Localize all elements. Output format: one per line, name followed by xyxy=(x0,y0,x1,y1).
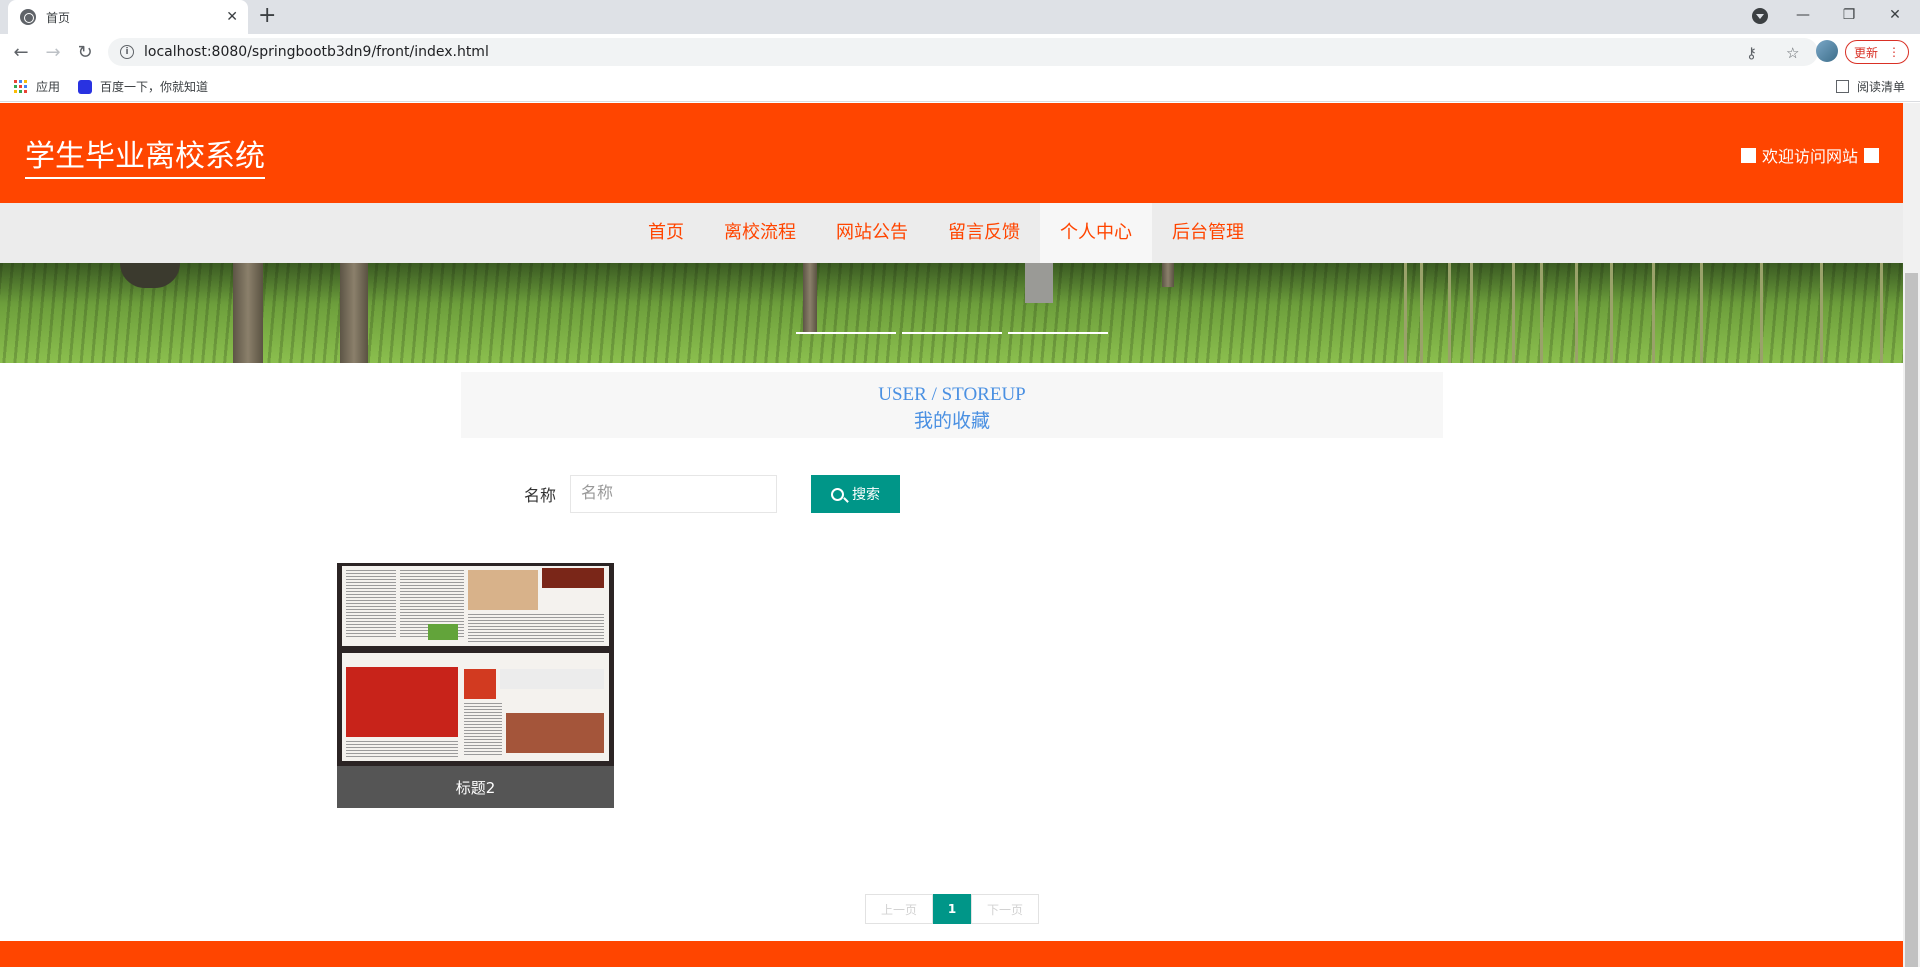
nav-item-admin[interactable]: 后台管理 xyxy=(1152,203,1264,263)
banner-carousel xyxy=(0,263,1903,363)
apps-grid-icon xyxy=(14,79,28,94)
more-menu-icon: ⋮ xyxy=(1888,45,1900,59)
search-button[interactable]: 搜索 xyxy=(811,475,901,513)
nav-item-personal-center[interactable]: 个人中心 xyxy=(1040,203,1152,263)
carousel-indicators xyxy=(796,332,1108,334)
bamboo-stalk xyxy=(1420,263,1423,363)
reading-list-label: 阅读清单 xyxy=(1857,80,1906,94)
search-icon xyxy=(831,487,845,501)
nav-item-leave-process[interactable]: 离校流程 xyxy=(704,203,816,263)
search-button-label: 搜索 xyxy=(852,486,881,502)
bamboo-stalk xyxy=(1880,263,1883,363)
reading-list-icon xyxy=(1836,80,1849,93)
section-title-en: USER / STOREUP xyxy=(878,384,1026,405)
tab-close-icon[interactable]: ✕ xyxy=(226,9,238,25)
carousel-indicator[interactable] xyxy=(1008,332,1108,334)
restore-icon[interactable]: ❐ xyxy=(1826,0,1872,30)
nav-item-feedback[interactable]: 留言反馈 xyxy=(928,203,1040,263)
nav-item-announcements[interactable]: 网站公告 xyxy=(816,203,928,263)
site-footer xyxy=(0,941,1903,967)
bookmark-apps[interactable]: 应用 xyxy=(14,78,60,95)
site-header: 学生毕业离校系统 欢迎访问网站 xyxy=(0,103,1903,203)
reading-list[interactable]: 阅读清单 xyxy=(1836,78,1905,95)
square-icon xyxy=(1740,147,1756,163)
minimize-icon[interactable]: — xyxy=(1780,0,1826,30)
page-viewport: 学生毕业离校系统 欢迎访问网站 首页 离校流程 网站公告 留言反馈 个人中心 后… xyxy=(0,103,1903,967)
site-title[interactable]: 学生毕业离校系统 xyxy=(25,131,265,179)
tree-trunk xyxy=(233,263,263,363)
bamboo-stalk xyxy=(1540,263,1543,363)
tab-search-icon[interactable] xyxy=(1752,8,1768,24)
address-bar[interactable]: i localhost:8080/springbootb3dn9/front/i… xyxy=(108,38,1818,66)
browser-tab[interactable]: 首页 ✕ xyxy=(8,0,248,34)
page-number-button[interactable]: 1 xyxy=(933,894,971,924)
bamboo-stalk xyxy=(1575,263,1578,363)
globe-icon xyxy=(20,9,36,25)
bamboo-stalk xyxy=(1404,263,1407,363)
bamboo-stalk xyxy=(1610,263,1613,363)
welcome-text: 欢迎访问网站 xyxy=(1761,147,1858,166)
bamboo-stalk xyxy=(1820,263,1823,363)
reload-icon[interactable]: ↻ xyxy=(74,41,96,63)
tree-shadow xyxy=(120,263,180,288)
bookmark-baidu-label: 百度一下，你就知道 xyxy=(100,80,209,94)
url-text: localhost:8080/springbootb3dn9/front/ind… xyxy=(144,44,489,60)
section-title: USER / STOREUP 我的收藏 xyxy=(461,372,1443,438)
bookmarks-bar: 应用 百度一下，你就知道 阅读清单 xyxy=(0,70,1920,102)
profile-avatar[interactable] xyxy=(1816,40,1838,62)
newspaper-page xyxy=(342,653,609,761)
back-icon[interactable]: ← xyxy=(10,41,32,63)
page-scrollbar[interactable] xyxy=(1903,103,1920,967)
bamboo-stalk xyxy=(1448,263,1451,363)
search-form: 名称 搜索 xyxy=(524,475,901,513)
tree-trunk xyxy=(1025,263,1053,303)
bamboo-stalk xyxy=(1470,263,1473,363)
update-button[interactable]: 更新 ⋮ xyxy=(1845,40,1909,64)
baidu-icon xyxy=(78,79,92,94)
key-icon[interactable]: ⚷ xyxy=(1746,44,1757,62)
tree-trunk xyxy=(340,263,368,363)
search-input[interactable] xyxy=(570,475,778,513)
browser-tabstrip: 首页 ✕ + — ❐ ✕ xyxy=(0,0,1920,34)
bamboo-stalk xyxy=(1760,263,1763,363)
pagination: 上一页 1 下一页 xyxy=(865,894,1039,924)
favorite-card[interactable]: 标题2 xyxy=(337,563,614,809)
favorite-card-caption[interactable]: 标题2 xyxy=(337,766,614,808)
bamboo-stalk xyxy=(1700,263,1703,363)
newspaper-page xyxy=(342,566,609,646)
bookmark-apps-label: 应用 xyxy=(36,80,61,94)
star-icon[interactable]: ☆ xyxy=(1786,44,1799,62)
square-icon xyxy=(1864,147,1879,163)
favorite-card-image[interactable] xyxy=(337,563,614,766)
section-title-zh: 我的收藏 xyxy=(913,411,990,432)
bamboo-stalk xyxy=(1652,263,1655,363)
search-label: 名称 xyxy=(524,486,557,505)
scrollbar-thumb[interactable] xyxy=(1905,273,1918,967)
tree-trunk xyxy=(1162,263,1174,287)
carousel-indicator[interactable] xyxy=(902,332,1002,334)
tree-trunk xyxy=(803,263,817,333)
update-label: 更新 xyxy=(1853,45,1878,60)
tab-title: 首页 xyxy=(46,10,71,25)
prev-page-button[interactable]: 上一页 xyxy=(865,894,933,924)
welcome-banner: 欢迎访问网站 xyxy=(1735,143,1885,167)
site-info-icon[interactable]: i xyxy=(120,45,134,59)
bamboo-stalk xyxy=(1512,263,1515,363)
new-tab-icon[interactable]: + xyxy=(258,5,276,27)
nav-item-home[interactable]: 首页 xyxy=(628,203,704,263)
bookmark-baidu[interactable]: 百度一下，你就知道 xyxy=(78,78,208,95)
carousel-indicator[interactable] xyxy=(796,332,896,334)
forward-icon[interactable]: → xyxy=(42,41,64,63)
window-close-icon[interactable]: ✕ xyxy=(1872,0,1918,30)
main-nav: 首页 离校流程 网站公告 留言反馈 个人中心 后台管理 xyxy=(0,203,1903,263)
browser-toolbar: ← → ↻ i localhost:8080/springbootb3dn9/f… xyxy=(0,34,1920,70)
next-page-button[interactable]: 下一页 xyxy=(971,894,1039,924)
